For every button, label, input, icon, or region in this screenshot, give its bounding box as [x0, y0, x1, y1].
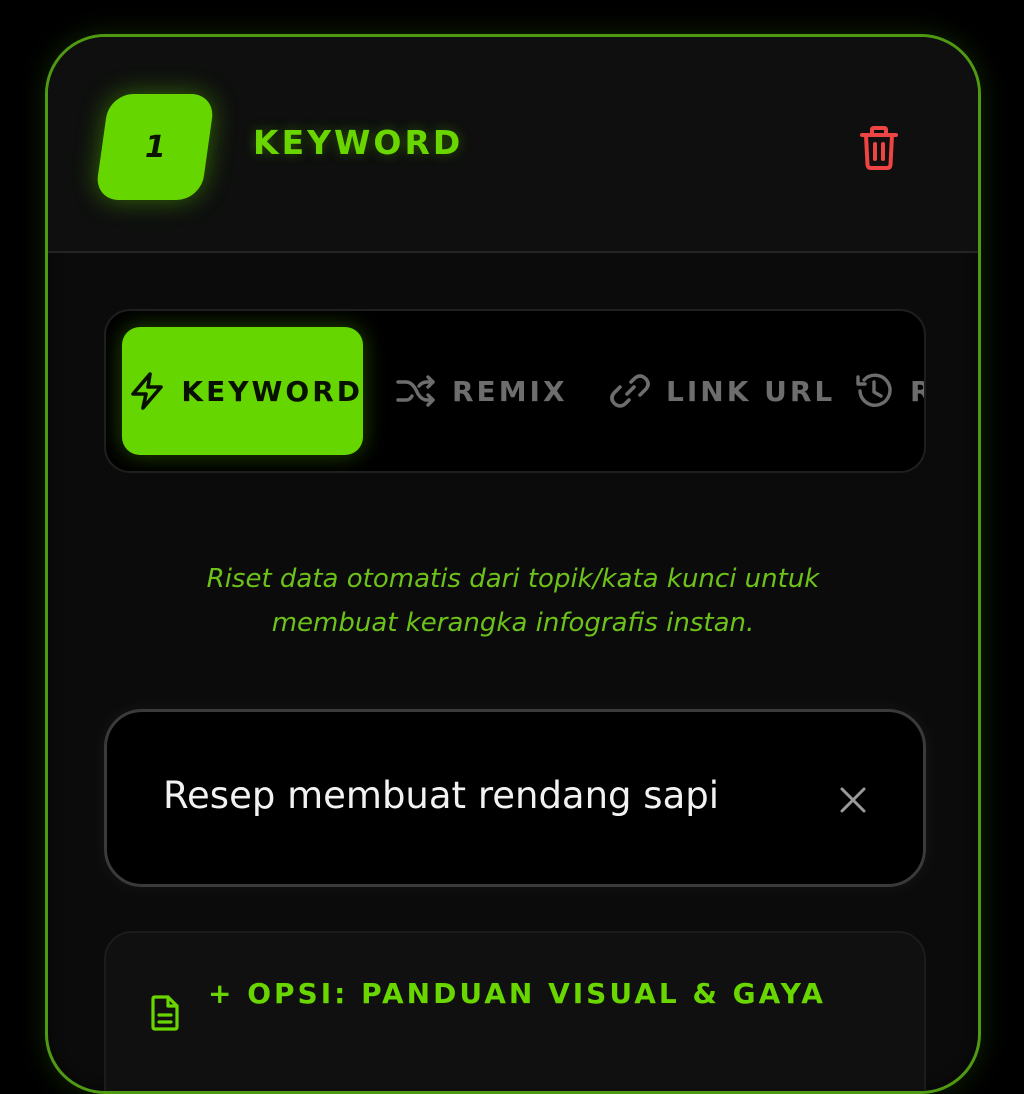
keyword-input[interactable] [163, 774, 803, 817]
shuffle-icon [396, 371, 436, 411]
tab-keyword-label: KEYWORD [181, 374, 363, 408]
visual-style-options-label: + OPSI: PANDUAN VISUAL & GAYA [208, 977, 826, 1010]
keyword-panel-card: 1 KEYWORD KEYWORD REMIX LINK URL Riset d… [45, 34, 981, 1094]
step-number: 1 [144, 129, 166, 165]
tab-history[interactable]: R [854, 327, 924, 455]
close-icon [840, 787, 866, 813]
tab-link-url-label: LINK URL [666, 374, 836, 408]
visual-style-options-toggle[interactable]: + OPSI: PANDUAN VISUAL & GAYA [104, 931, 926, 1091]
mode-description: Riset data otomatis dari topik/kata kunc… [48, 557, 978, 645]
link-icon [610, 371, 650, 411]
description-line-2: membuat kerangka infografis instan. [271, 608, 755, 638]
trash-icon [860, 126, 898, 170]
mode-tabs: KEYWORD REMIX LINK URL [104, 309, 926, 473]
tab-keyword[interactable]: KEYWORD [122, 327, 363, 455]
keyword-input-box [104, 709, 926, 887]
description-line-1: Riset data otomatis dari topik/kata kunc… [206, 564, 820, 594]
tab-remix-label: REMIX [452, 374, 568, 408]
lightning-icon [128, 371, 165, 411]
panel-header: 1 KEYWORD [48, 37, 978, 253]
step-badge: 1 [94, 94, 216, 200]
panel-title: KEYWORD [253, 123, 464, 162]
clear-input-button[interactable] [837, 784, 869, 816]
tab-remix[interactable]: REMIX [396, 327, 568, 455]
delete-button[interactable] [856, 123, 902, 173]
document-icon [151, 995, 179, 1031]
history-icon [854, 371, 894, 411]
tab-link-url[interactable]: LINK URL [610, 327, 835, 455]
tab-history-label: R [910, 375, 924, 408]
